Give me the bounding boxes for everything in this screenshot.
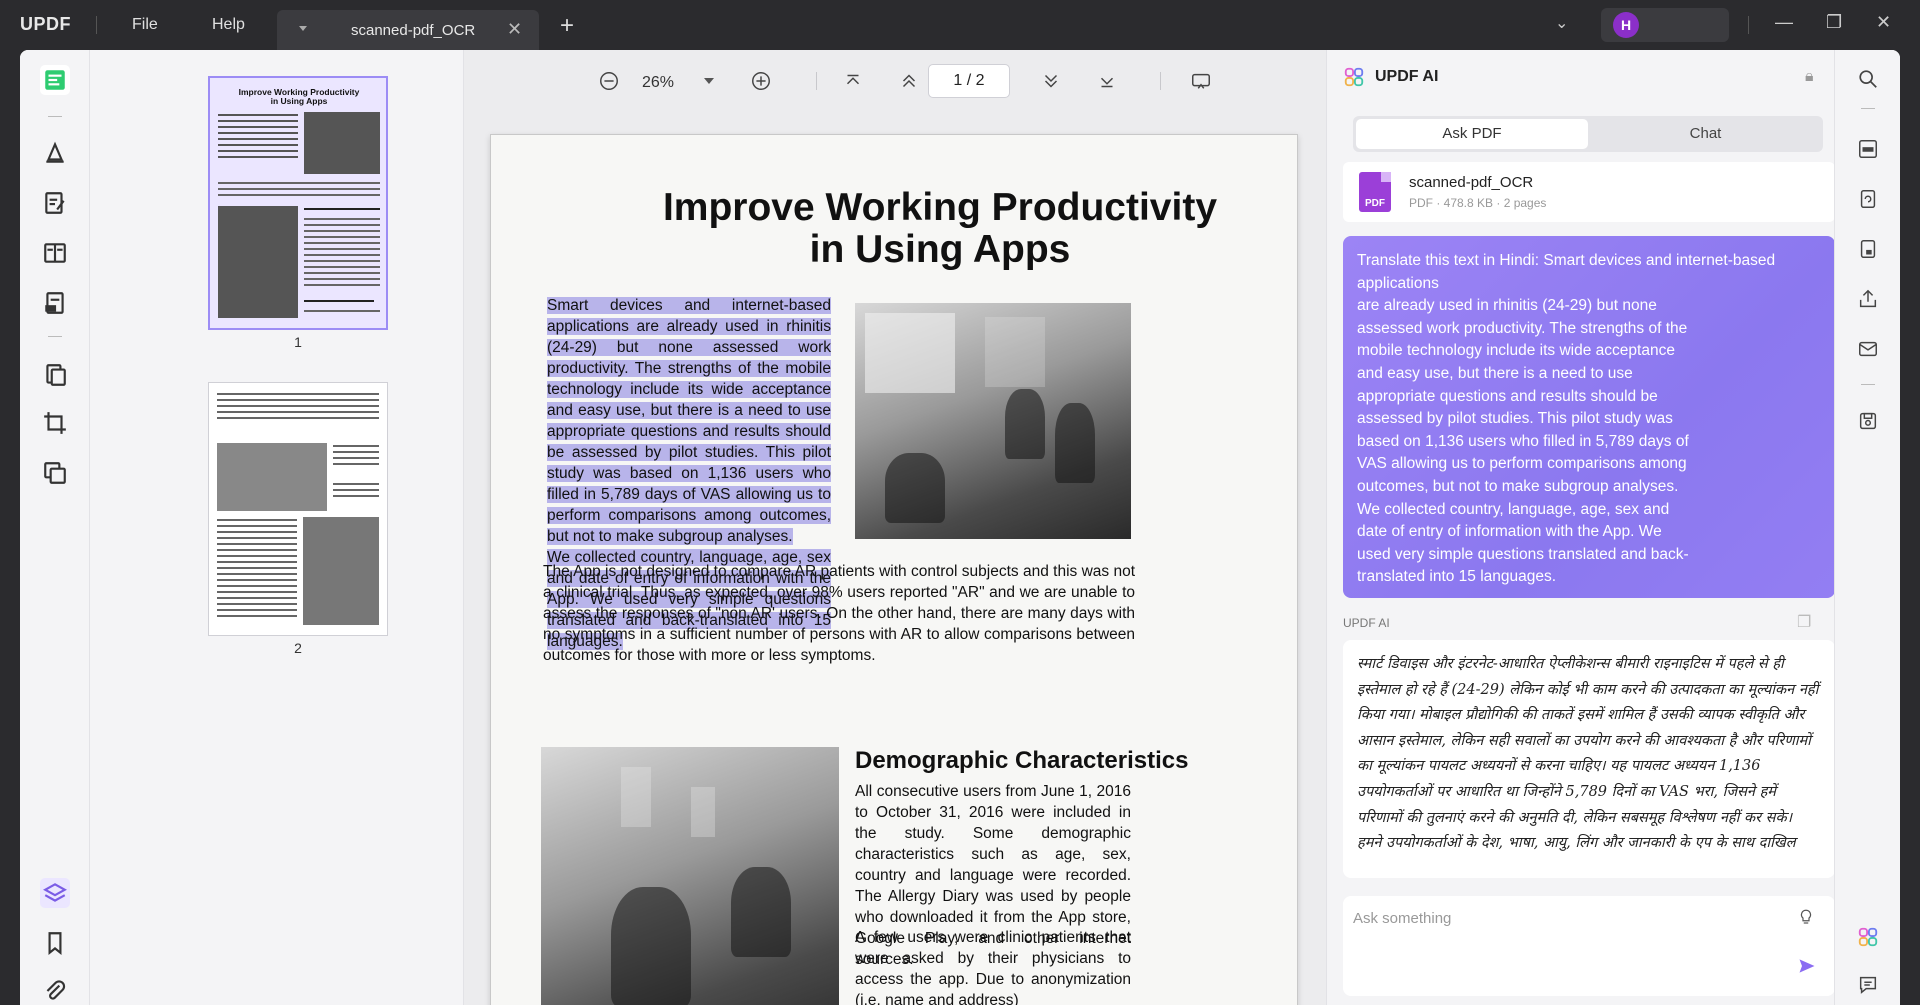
first-page-icon[interactable] — [838, 66, 868, 96]
thumbnail-title: Improve Working Productivity in Using Ap… — [238, 87, 360, 106]
app-logo: UPDF — [20, 14, 71, 34]
ask-placeholder: Ask something — [1353, 910, 1452, 927]
file-name: scanned-pdf_OCR — [1409, 174, 1534, 191]
bookmark-icon[interactable] — [40, 928, 70, 958]
zoom-dropdown-icon[interactable] — [704, 78, 714, 84]
ai-panel-title: UPDF AI — [1375, 68, 1439, 85]
close-window-icon[interactable]: ✕ — [1876, 12, 1891, 33]
tab-dropdown-icon[interactable] — [299, 26, 307, 31]
pdf-file-icon: PDF — [1359, 172, 1391, 212]
divider — [1861, 108, 1875, 109]
file-meta: PDF · 478.8 KB · 2 pages — [1409, 196, 1547, 210]
meeting-photo — [855, 303, 1131, 539]
divider — [1160, 72, 1161, 90]
divider — [1861, 384, 1875, 385]
section-heading: Demographic Characteristics — [855, 747, 1189, 774]
restore-icon[interactable]: ❐ — [1826, 12, 1842, 33]
divider — [48, 336, 62, 337]
right-toolbar — [1834, 50, 1900, 1005]
chevron-down-icon[interactable]: ⌄ — [1555, 13, 1568, 33]
share-icon[interactable] — [1855, 286, 1881, 312]
paragraph: A few users were clinic patients that we… — [855, 929, 1131, 1005]
document-title: Improve Working Productivity in Using Ap… — [662, 186, 1218, 271]
title-bar: UPDF File Help scanned-pdf_OCR ✕ + ⌄ H —… — [0, 0, 1920, 50]
tab-chat[interactable]: Chat — [1591, 119, 1820, 149]
page-label-2: 2 — [294, 640, 302, 656]
workers-photo — [541, 747, 839, 1005]
ai-mode-tabs: Ask PDF Chat — [1353, 116, 1823, 152]
comments-list-icon[interactable] — [1855, 972, 1881, 998]
zoom-level[interactable]: 26% — [642, 74, 674, 92]
page-number-input[interactable]: 1 / 2 — [928, 64, 1010, 98]
email-icon[interactable] — [1855, 336, 1881, 362]
next-page-icon[interactable] — [1036, 66, 1066, 96]
menu-help[interactable]: Help — [212, 16, 245, 34]
document-tab[interactable]: scanned-pdf_OCR ✕ — [277, 10, 539, 50]
app-window: Improve Working Productivity in Using Ap… — [20, 50, 1900, 1005]
attachment-icon[interactable] — [40, 976, 70, 1005]
divider — [816, 72, 817, 90]
viewer-toolbar: 26% 1 / 2 — [464, 50, 1326, 112]
send-icon[interactable] — [1797, 956, 1817, 982]
convert-pdf-icon[interactable] — [1855, 186, 1881, 212]
page-thumbnail-1[interactable]: Improve Working Productivity in Using Ap… — [208, 76, 388, 330]
layers-icon[interactable] — [40, 878, 70, 908]
paragraph: The App is not designed to compare AR pa… — [543, 563, 1135, 664]
user-account-button[interactable]: H — [1601, 8, 1729, 42]
crop-icon[interactable] — [40, 408, 70, 438]
page-thumbnail-2[interactable] — [208, 382, 388, 636]
document-viewer: 26% 1 / 2 Improve Working Productivity i… — [464, 50, 1326, 1005]
ai-response-label: UPDF AI — [1343, 616, 1390, 630]
avatar: H — [1613, 12, 1639, 38]
tab-ask-pdf[interactable]: Ask PDF — [1356, 119, 1588, 149]
close-tab-icon[interactable]: ✕ — [507, 19, 522, 40]
new-tab-icon[interactable]: + — [560, 12, 574, 40]
presentation-icon[interactable] — [1186, 66, 1216, 96]
search-icon[interactable] — [1855, 66, 1881, 92]
page-label-1: 1 — [294, 334, 302, 350]
organize-pages-icon[interactable] — [40, 238, 70, 268]
zoom-in-icon[interactable] — [746, 66, 776, 96]
minimize-icon[interactable]: — — [1775, 12, 1793, 33]
thumbnail-panel: Improve Working Productivity in Using Ap… — [90, 50, 464, 1005]
menu-file[interactable]: File — [132, 16, 158, 34]
protect-icon[interactable] — [1855, 236, 1881, 262]
lock-icon[interactable]: 🔒︎ — [1805, 68, 1814, 86]
ocr-icon[interactable] — [1855, 136, 1881, 162]
reader-icon[interactable] — [40, 65, 70, 95]
divider — [48, 116, 62, 117]
user-message: Translate this text in Hindi: Smart devi… — [1343, 236, 1835, 598]
file-card[interactable]: PDF scanned-pdf_OCR PDF · 478.8 KB · 2 p… — [1343, 162, 1835, 222]
updf-ai-logo-icon — [1343, 66, 1365, 93]
previous-page-icon[interactable] — [894, 66, 924, 96]
last-page-icon[interactable] — [1092, 66, 1122, 96]
save-icon[interactable] — [1855, 408, 1881, 434]
zoom-out-icon[interactable] — [594, 66, 624, 96]
left-toolbar — [20, 50, 90, 1005]
pdf-page: Improve Working Productivity in Using Ap… — [490, 134, 1298, 1005]
tab-title: scanned-pdf_OCR — [351, 22, 476, 39]
updf-ai-icon[interactable] — [1855, 924, 1881, 950]
copy-icon[interactable]: ❐ — [1797, 612, 1811, 632]
form-icon[interactable] — [40, 288, 70, 318]
ask-input[interactable]: Ask something — [1343, 896, 1835, 996]
convert-icon[interactable] — [40, 360, 70, 390]
ai-panel: UPDF AI 🔒︎ Ask PDF Chat PDF scanned-pdf_… — [1326, 50, 1835, 1005]
ai-response: स्मार्ट डिवाइस और इंटरनेट-आधारित ऐप्लीके… — [1343, 640, 1835, 878]
divider — [1748, 16, 1749, 34]
divider — [96, 16, 97, 34]
page-tools-icon[interactable] — [40, 458, 70, 488]
lightbulb-icon[interactable] — [1797, 908, 1815, 931]
comment-icon[interactable] — [40, 138, 70, 168]
edit-pdf-icon[interactable] — [40, 188, 70, 218]
